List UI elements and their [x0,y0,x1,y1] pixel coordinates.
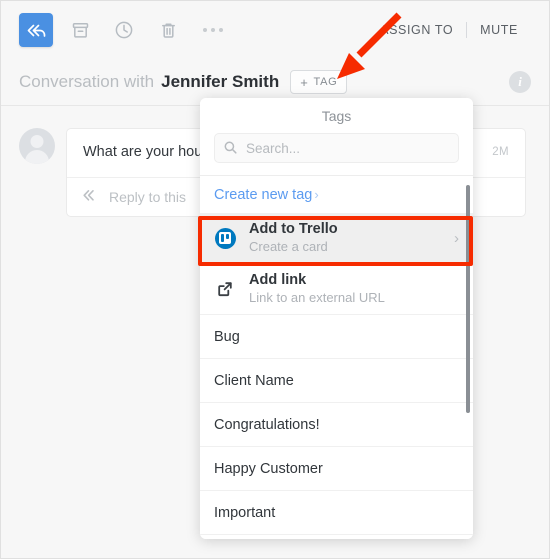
add-to-trello-subtitle: Create a card [249,239,328,255]
tags-dropdown-header: Tags [200,98,473,176]
email-client-window: ASSIGN TO MUTE Conversation with Jennife… [0,0,550,559]
ellipsis-icon [211,28,215,32]
chevron-right-icon: › [454,229,459,247]
list-item[interactable]: Congratulations! [200,403,473,447]
more-button[interactable] [195,13,231,47]
tags-dropdown: Tags Create new tag › [200,98,473,539]
mute-button[interactable]: MUTE [467,23,531,37]
ellipsis-icon [219,28,223,32]
list-item[interactable]: Happy Customer [200,447,473,491]
ellipsis-icon [203,28,207,32]
tag-label: Bug [214,328,240,345]
tag-search-input[interactable] [214,133,459,163]
add-link-subtitle: Link to an external URL [249,290,385,306]
search-icon [224,141,237,159]
tags-list-scrollbar[interactable] [466,185,470,413]
create-new-tag-link[interactable]: Create new tag › [200,176,473,213]
avatar-body [25,150,49,164]
tag-label: Important [214,504,276,521]
create-new-tag-label: Create new tag [214,186,313,203]
add-to-trello-title: Add to Trello [249,220,338,237]
clock-icon [114,20,134,40]
reply-icon [83,189,100,205]
tag-label: Client Name [214,372,294,389]
toolbar-right-actions: ASSIGN TO MUTE [367,22,531,38]
external-link-icon [214,280,236,298]
avatar [19,128,55,164]
tags-dropdown-title: Tags [321,108,352,124]
chevron-right-icon: › [314,187,319,202]
reply-all-button[interactable] [19,13,53,47]
snooze-button[interactable] [107,13,141,47]
add-link-row[interactable]: Add link Link to an external URL [200,264,473,315]
toolbar-actions [19,13,231,47]
list-item[interactable]: Important [200,491,473,535]
message-timestamp: 2M [492,146,509,158]
reply-to-this-label: Reply to this [109,189,187,206]
info-icon[interactable]: i [509,71,531,93]
tag-button-label: TAG [313,76,338,88]
avatar-head [30,135,44,148]
message-toolbar: ASSIGN TO MUTE [1,1,549,59]
tag-label: Happy Customer [214,460,323,477]
contact-name: Jennifer Smith [161,72,280,91]
tag-button[interactable]: + TAG [290,70,348,94]
assign-to-button[interactable]: ASSIGN TO [367,23,466,37]
delete-button[interactable] [151,13,185,47]
tags-list-scroll-area: Create new tag › Add to Trello Create a … [200,176,473,539]
list-item[interactable]: Client Name [200,359,473,403]
tag-search-wrap [214,133,459,163]
tag-label: Congratulations! [214,416,320,433]
reply-all-icon [27,23,46,38]
archive-icon [71,21,90,40]
archive-button[interactable] [63,13,97,47]
add-link-title: Add link [249,271,307,288]
add-to-trello-row[interactable]: Add to Trello Create a card › [200,213,473,264]
list-item[interactable]: Bug [200,315,473,359]
add-to-trello-text: Add to Trello Create a card [249,220,435,256]
conversation-prefix: Conversation with [19,72,155,91]
trash-icon [159,21,178,40]
add-link-text: Add link Link to an external URL [249,271,459,307]
trello-icon [214,227,236,249]
plus-icon: + [300,74,309,90]
